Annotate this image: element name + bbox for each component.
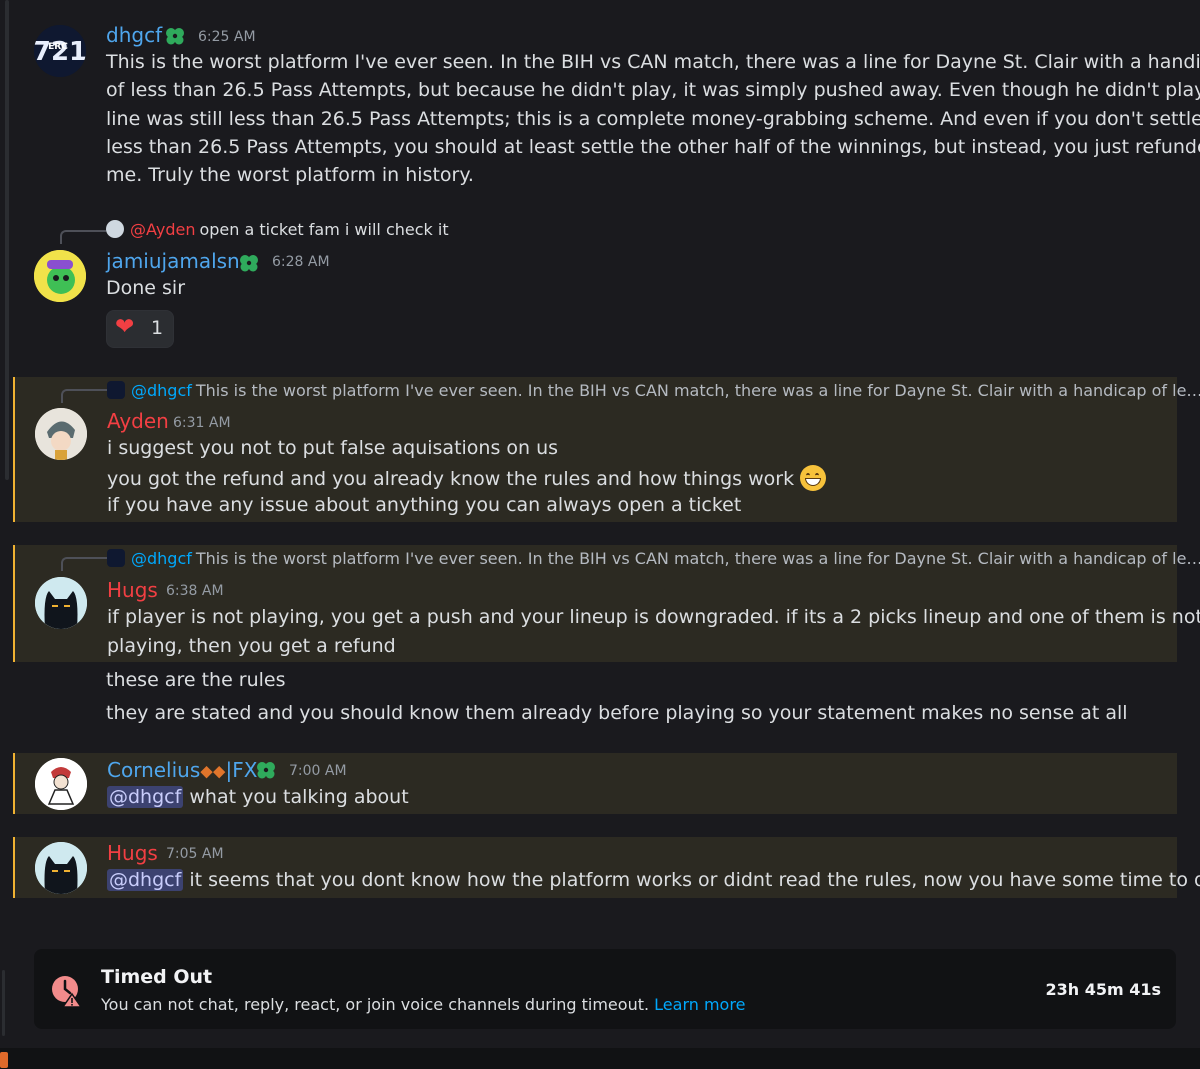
message-text: less than 26.5 Pass Attempts, you should… (106, 136, 1200, 158)
reply-preview[interactable]: @dhgcf This is the worst platform I've ev… (107, 381, 1200, 400)
avatar-cornelius[interactable] (35, 758, 87, 810)
username[interactable]: Cornelius⬥⬥|FX (107, 758, 257, 782)
message-text: line was still less than 26.5 Pass Attem… (106, 108, 1200, 130)
message-jamiujamalsnr: @Ayden open a ticket fam i will check it … (14, 214, 1176, 354)
message-text: i suggest you not to put false aquisatio… (107, 437, 559, 459)
scrollbar[interactable] (0, 0, 12, 1048)
reply-author[interactable]: @dhgcf (131, 549, 192, 568)
leaf-badge-icon[interactable] (255, 759, 277, 781)
timeout-remaining: 23h 45m 41s (1045, 980, 1161, 999)
avatar-hugs[interactable] (35, 577, 87, 629)
avatar-hugs[interactable] (35, 842, 87, 894)
reply-connector (60, 230, 106, 244)
timeout-title: Timed Out (101, 966, 213, 988)
followup-message-text: they are stated and you should know them… (106, 702, 1128, 724)
avatar-ayden[interactable] (35, 408, 87, 460)
reply-avatar (107, 381, 125, 399)
taskbar-app-icon[interactable] (0, 1052, 8, 1068)
message-hugs-2: Hugs 7:05 AM @dhgcf it seems that you do… (13, 837, 1200, 898)
timestamp[interactable]: 7:05 AM (166, 846, 224, 862)
reply-text: This is the worst platform I've ever see… (195, 549, 1200, 568)
timestamp[interactable]: 6:31 AM (173, 415, 231, 431)
message-text: of less than 26.5 Pass Attempts, but bec… (106, 79, 1200, 101)
message-text: @dhgcf what you talking about (107, 786, 409, 808)
message-text: you got the refund and you already know … (107, 465, 827, 491)
avatar-jamiujamalsnr[interactable] (34, 250, 86, 302)
timeout-clock-icon (52, 976, 83, 1008)
message-text: playing, then you get a refund (107, 635, 396, 657)
butterfly-icon: ⬥⬥ (200, 761, 226, 782)
user-mention[interactable]: @dhgcf (107, 869, 184, 891)
username[interactable]: jamiujamalsnr (106, 249, 248, 273)
reply-author[interactable]: @dhgcf (131, 381, 192, 400)
reply-avatar (106, 220, 124, 238)
timestamp[interactable]: 6:38 AM (166, 583, 224, 599)
message-dhgcf: 721 ERC dhgcf 6:25 AM This is the worst … (14, 14, 1200, 194)
message-text: me. Truly the worst platform in history. (106, 164, 474, 186)
timestamp[interactable]: 7:00 AM (289, 763, 347, 779)
username[interactable]: Hugs (107, 841, 158, 865)
message-text: This is the worst platform I've ever see… (106, 51, 1200, 73)
reply-text: This is the worst platform I've ever see… (195, 381, 1200, 400)
username[interactable]: dhgcf (106, 23, 162, 47)
leaf-badge-icon[interactable] (164, 25, 186, 47)
reply-text: open a ticket fam i will check it (199, 220, 449, 239)
message-text: if you have any issue about anything you… (107, 494, 742, 516)
timeout-banner: Timed Out You can not chat, reply, react… (34, 949, 1176, 1029)
scrollbar-thumb-lower[interactable] (2, 970, 5, 1036)
message-text: Done sir (106, 277, 186, 299)
message-ayden: @dhgcf This is the worst platform I've ev… (13, 377, 1200, 522)
username[interactable]: Ayden (107, 409, 169, 433)
reply-connector (61, 557, 107, 571)
message-text: if player is not playing, you get a push… (107, 606, 1200, 628)
reaction-heart[interactable]: ❤ 1 (106, 310, 174, 348)
message-hugs: @dhgcf This is the worst platform I've ev… (13, 545, 1200, 662)
heart-icon: ❤ (115, 314, 135, 340)
taskbar-strip (0, 1048, 1200, 1069)
scrollbar-thumb[interactable] (5, 0, 9, 480)
message-text: @dhgcf it seems that you dont know how t… (107, 869, 1200, 891)
timestamp[interactable]: 6:28 AM (272, 254, 330, 270)
grinning-face-icon (800, 465, 827, 491)
reply-preview[interactable]: @Ayden open a ticket fam i will check it (106, 220, 449, 239)
reaction-count: 1 (151, 317, 164, 339)
learn-more-link[interactable]: Learn more (654, 995, 745, 1014)
message-cornelius: Cornelius⬥⬥|FX 7:00 AM @dhgcf what you t… (13, 753, 1177, 814)
leaf-badge-icon[interactable] (238, 252, 260, 274)
svg-text:ERC: ERC (48, 42, 68, 52)
timestamp[interactable]: 6:25 AM (198, 29, 256, 45)
reply-author[interactable]: @Ayden (130, 220, 195, 239)
timeout-description: You can not chat, reply, react, or join … (101, 995, 746, 1014)
reply-connector (61, 389, 107, 403)
followup-message-text: these are the rules (106, 669, 286, 691)
avatar-dhgcf[interactable]: 721 ERC (34, 25, 86, 77)
user-mention[interactable]: @dhgcf (107, 786, 184, 808)
username[interactable]: Hugs (107, 578, 158, 602)
reply-avatar (107, 549, 125, 567)
reply-preview[interactable]: @dhgcf This is the worst platform I've ev… (107, 549, 1200, 568)
